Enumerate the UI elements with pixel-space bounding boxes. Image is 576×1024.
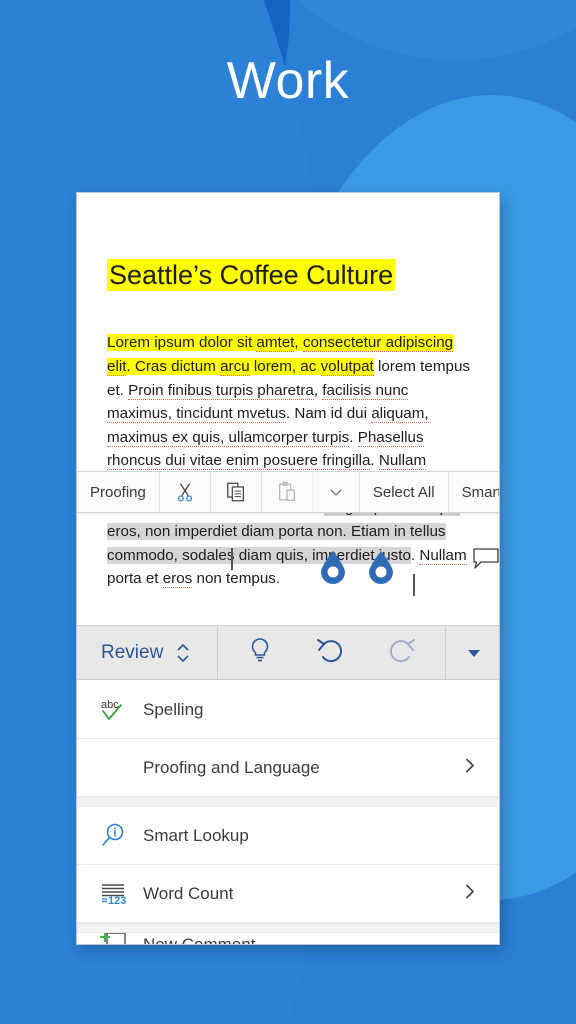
chevron-right-icon <box>463 755 477 780</box>
selection-handle-start-icon <box>319 551 347 585</box>
document-canvas[interactable]: Seattle’s Coffee Culture Lorem ipsum dol… <box>77 193 500 623</box>
menu-item-spelling-label: Spelling <box>143 700 204 720</box>
page-title: Work <box>0 55 576 107</box>
smart-lookup-context-button[interactable]: Smart <box>449 472 500 512</box>
word-count-icon: 123 <box>99 879 143 909</box>
tell-me-button[interactable] <box>247 636 273 669</box>
ribbon-tab-label: Review <box>101 642 163 664</box>
undo-icon <box>315 636 345 664</box>
chevron-down-icon <box>327 483 345 501</box>
review-menu-list: abc Spelling Proofing and Language <box>77 681 500 945</box>
menu-item-word-count-label: Word Count <box>143 884 233 904</box>
menu-item-new-comment[interactable]: New Comment <box>77 933 500 945</box>
ribbon-tools <box>218 636 445 669</box>
copy-icon <box>225 481 247 503</box>
redo-button[interactable] <box>387 636 417 669</box>
redo-icon <box>387 636 417 664</box>
smart-lookup-icon <box>99 821 143 851</box>
cut-button[interactable] <box>160 472 211 512</box>
copy-button[interactable] <box>211 472 262 512</box>
select-all-button[interactable]: Select All <box>360 472 449 512</box>
caret-down-icon <box>465 644 483 662</box>
selection-handle-end[interactable] <box>367 551 395 585</box>
spelling-check-icon: abc <box>99 695 143 725</box>
new-comment-icon <box>99 933 143 945</box>
context-item-proofing[interactable]: Proofing <box>77 472 160 512</box>
app-screenshot-card: Seattle’s Coffee Culture Lorem ipsum dol… <box>76 192 500 945</box>
selection-handle-start[interactable] <box>319 551 347 585</box>
menu-separator <box>77 797 500 807</box>
comment-bubble-icon[interactable] <box>473 548 499 570</box>
menu-item-word-count[interactable]: 123 Word Count <box>77 865 500 923</box>
context-toolbar[interactable]: Proofing <box>77 471 500 513</box>
text-caret <box>231 548 233 570</box>
ribbon-tab-selector[interactable]: Review <box>77 641 217 665</box>
menu-item-spelling[interactable]: abc Spelling <box>77 681 500 739</box>
chevron-right-icon-word-count <box>463 881 477 906</box>
tell-me-icon <box>247 636 273 664</box>
menu-item-smart-lookup[interactable]: Smart Lookup <box>77 807 500 865</box>
document-body: Lorem ipsum dolor sit amtet, consectetur… <box>107 331 475 590</box>
cut-icon <box>174 481 196 503</box>
undo-button[interactable] <box>315 636 345 669</box>
menu-item-proofing-and-language[interactable]: Proofing and Language <box>77 739 500 797</box>
document-title-line: Seattle’s Coffee Culture <box>107 257 475 293</box>
document-title: Seattle’s Coffee Culture <box>107 259 395 291</box>
menu-separator-2 <box>77 923 500 933</box>
svg-text:123: 123 <box>108 895 126 907</box>
ribbon-expand-button[interactable] <box>446 644 500 662</box>
selection-handle-end-icon <box>367 551 395 585</box>
paste-icon <box>276 481 298 503</box>
menu-item-new-comment-label: New Comment <box>143 935 255 946</box>
menu-item-smart-lookup-label: Smart Lookup <box>143 826 249 846</box>
ribbon-bar[interactable]: Review <box>77 625 500 680</box>
context-more-button[interactable] <box>313 472 360 512</box>
paste-button[interactable] <box>262 472 313 512</box>
menu-item-proofing-and-language-label: Proofing and Language <box>143 758 320 778</box>
text-caret-secondary <box>413 574 415 596</box>
comment-bubble-glyph <box>473 548 499 570</box>
chevron-up-down-icon <box>175 641 191 665</box>
